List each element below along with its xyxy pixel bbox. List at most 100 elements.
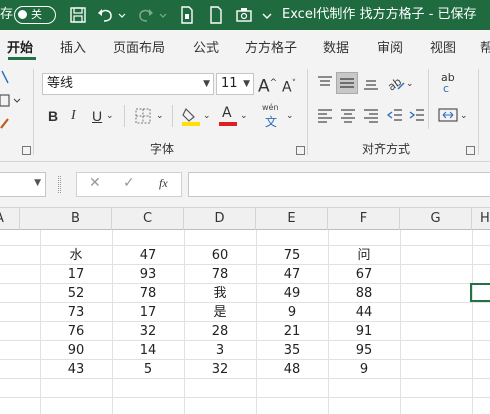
cut-icon[interactable] bbox=[0, 69, 10, 85]
copy-icon[interactable] bbox=[0, 93, 22, 109]
tab-page-layout[interactable]: 页面布局 bbox=[113, 37, 165, 56]
chevron-down-icon[interactable]: ⌄ bbox=[406, 76, 414, 92]
cell-b6[interactable]: 90 bbox=[40, 341, 112, 360]
orientation-icon[interactable]: ab bbox=[386, 73, 406, 93]
cell-c6[interactable]: 14 bbox=[112, 341, 184, 360]
cell-c2[interactable]: 93 bbox=[112, 265, 184, 284]
cell-f4[interactable]: 44 bbox=[328, 303, 400, 322]
column-header-d[interactable]: D bbox=[184, 208, 256, 230]
column-header-h[interactable]: H bbox=[472, 208, 490, 230]
cell-d3[interactable]: 我 bbox=[184, 284, 256, 303]
cell-b4[interactable]: 73 bbox=[40, 303, 112, 322]
cell-f1[interactable]: 问 bbox=[328, 246, 400, 265]
redo-dropdown-icon[interactable] bbox=[158, 5, 168, 25]
formula-input[interactable] bbox=[188, 172, 490, 197]
camera-icon[interactable] bbox=[234, 5, 254, 25]
cell-e3[interactable]: 49 bbox=[256, 284, 328, 303]
document-icon[interactable] bbox=[177, 5, 197, 25]
chevron-down-icon[interactable]: ⌄ bbox=[203, 108, 211, 124]
cell-f3[interactable]: 88 bbox=[328, 284, 400, 303]
cell-b7[interactable]: 43 bbox=[40, 360, 112, 379]
cell-e1[interactable]: 75 bbox=[256, 246, 328, 265]
column-header-e[interactable]: E bbox=[256, 208, 328, 230]
undo-icon[interactable] bbox=[95, 5, 115, 25]
cell-c5[interactable]: 32 bbox=[112, 322, 184, 341]
grow-font-icon[interactable]: A^ bbox=[258, 73, 277, 97]
cell-e7[interactable]: 48 bbox=[256, 360, 328, 379]
insert-function-icon[interactable]: fx bbox=[159, 176, 168, 191]
fill-color-icon[interactable] bbox=[180, 105, 202, 127]
cell-b3[interactable]: 52 bbox=[40, 284, 112, 303]
column-header-b[interactable]: B bbox=[40, 208, 112, 230]
tab-formulas[interactable]: 公式 bbox=[193, 37, 219, 56]
increase-indent-icon[interactable] bbox=[408, 107, 426, 123]
column-header-f[interactable]: F bbox=[328, 208, 400, 230]
align-center-icon[interactable] bbox=[339, 107, 357, 123]
underline-button[interactable]: U bbox=[92, 108, 102, 124]
new-file-icon[interactable] bbox=[206, 5, 226, 25]
cell-b5[interactable]: 76 bbox=[40, 322, 112, 341]
phonetic-guide-icon[interactable]: wén 文 bbox=[262, 103, 284, 129]
align-left-icon[interactable] bbox=[316, 107, 334, 123]
align-top-icon[interactable] bbox=[316, 75, 334, 91]
borders-icon[interactable] bbox=[134, 107, 152, 125]
cell-c7[interactable]: 5 bbox=[112, 360, 184, 379]
merge-center-icon[interactable] bbox=[438, 107, 458, 123]
tab-review[interactable]: 审阅 bbox=[377, 37, 403, 56]
undo-dropdown-icon[interactable] bbox=[117, 5, 127, 25]
tab-help[interactable]: 帮 bbox=[480, 37, 490, 56]
wrap-text-icon[interactable]: ab c bbox=[440, 71, 462, 99]
align-middle-button[interactable] bbox=[336, 72, 358, 94]
enter-icon[interactable]: ✓ bbox=[123, 175, 135, 191]
column-header-c[interactable]: C bbox=[112, 208, 184, 230]
chevron-down-icon[interactable]: ⌄ bbox=[286, 108, 294, 124]
cell-b2[interactable]: 17 bbox=[40, 265, 112, 284]
cell-f6[interactable]: 95 bbox=[328, 341, 400, 360]
bold-button[interactable]: B bbox=[48, 108, 58, 124]
customize-toolbar-icon[interactable] bbox=[260, 5, 274, 25]
tab-insert[interactable]: 插入 bbox=[60, 37, 86, 56]
alignment-launcher-icon[interactable] bbox=[466, 146, 475, 155]
cell-f5[interactable]: 91 bbox=[328, 322, 400, 341]
cell-d2[interactable]: 78 bbox=[184, 265, 256, 284]
cell-b1[interactable]: 水 bbox=[40, 246, 112, 265]
cell-e5[interactable]: 21 bbox=[256, 322, 328, 341]
format-painter-icon[interactable] bbox=[0, 115, 12, 131]
font-name-select[interactable]: 等线 ▼ bbox=[42, 73, 214, 95]
tab-data[interactable]: 数据 bbox=[323, 37, 349, 56]
cell-d6[interactable]: 3 bbox=[184, 341, 256, 360]
cell-d4[interactable]: 是 bbox=[184, 303, 256, 322]
cell-c3[interactable]: 78 bbox=[112, 284, 184, 303]
cell-f7[interactable]: 9 bbox=[328, 360, 400, 379]
column-header-a[interactable]: A bbox=[0, 208, 20, 230]
decrease-indent-icon[interactable] bbox=[386, 107, 404, 123]
cell-c4[interactable]: 17 bbox=[112, 303, 184, 322]
font-color-icon[interactable]: A bbox=[218, 105, 238, 127]
cell-d7[interactable]: 32 bbox=[184, 360, 256, 379]
active-cell-cursor[interactable] bbox=[470, 283, 490, 302]
redo-icon[interactable] bbox=[136, 5, 156, 25]
worksheet-grid[interactable]: A B C D E F G H 水 47 60 75 问 17 93 78 47… bbox=[0, 207, 490, 414]
column-header-g[interactable]: G bbox=[400, 208, 472, 230]
font-size-select[interactable]: 11 ▼ bbox=[216, 73, 254, 95]
cell-f2[interactable]: 67 bbox=[328, 265, 400, 284]
tab-home[interactable]: 开始 bbox=[7, 37, 33, 56]
cell-e6[interactable]: 35 bbox=[256, 341, 328, 360]
italic-button[interactable]: I bbox=[71, 108, 76, 124]
chevron-down-icon[interactable]: ⌄ bbox=[460, 108, 468, 124]
autosave-toggle[interactable]: 关 bbox=[14, 6, 56, 24]
formula-bar-splitter[interactable] bbox=[58, 176, 61, 193]
font-launcher-icon[interactable] bbox=[296, 146, 305, 155]
cell-d5[interactable]: 28 bbox=[184, 322, 256, 341]
tab-fangfanggezi[interactable]: 方方格子 bbox=[245, 37, 297, 56]
chevron-down-icon[interactable]: ⌄ bbox=[240, 108, 248, 124]
cell-d1[interactable]: 60 bbox=[184, 246, 256, 265]
chevron-down-icon[interactable]: ⌄ bbox=[156, 108, 164, 124]
tab-view[interactable]: 视图 bbox=[430, 37, 456, 56]
cell-c1[interactable]: 47 bbox=[112, 246, 184, 265]
cell-e2[interactable]: 47 bbox=[256, 265, 328, 284]
shrink-font-icon[interactable]: A˅ bbox=[282, 75, 296, 97]
align-bottom-icon[interactable] bbox=[362, 75, 380, 91]
chevron-down-icon[interactable]: ⌄ bbox=[106, 108, 114, 124]
name-box[interactable]: ▼ bbox=[0, 172, 46, 197]
